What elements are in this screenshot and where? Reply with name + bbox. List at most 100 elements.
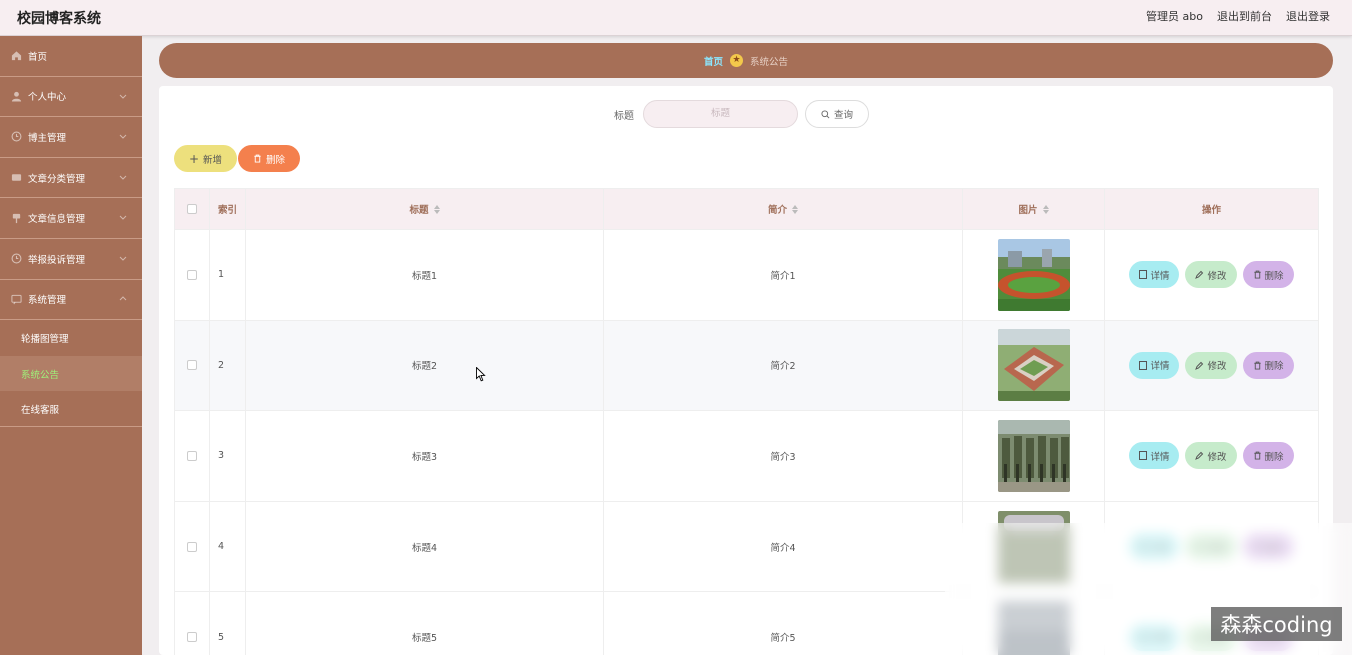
top-bar: 校园博客系统 管理员 abo 退出到前台 退出登录 [0, 0, 1352, 36]
header-title[interactable]: 标题 [246, 189, 604, 229]
sort-icon[interactable] [792, 204, 798, 214]
sidebar-item-label: 文章分类管理 [28, 173, 86, 185]
breadcrumb-home[interactable]: 首页 [704, 54, 723, 68]
sidebar-sub-notice[interactable]: 系统公告 [0, 355, 142, 392]
document-icon [1139, 360, 1148, 370]
trash-icon [1253, 361, 1261, 370]
row-intro: 简介5 [604, 592, 963, 655]
search-button[interactable]: 查询 [805, 100, 869, 128]
breadcrumb-current: 系统公告 [750, 56, 789, 68]
chevron-down-icon [119, 175, 127, 180]
sidebar-item-label: 文章信息管理 [28, 214, 86, 226]
delete-button-label: 删除 [1264, 451, 1284, 463]
home-icon [10, 50, 22, 62]
detail-button[interactable]: 详情 [1129, 442, 1180, 470]
sidebar-item-system[interactable]: 系统管理 [0, 280, 142, 321]
chevron-up-icon [119, 295, 127, 300]
pencil-icon [1195, 452, 1204, 461]
sidebar-item-label: 博主管理 [28, 132, 67, 144]
document-icon [1139, 270, 1148, 280]
row-checkbox[interactable] [187, 632, 197, 643]
edit-button[interactable]: 修改 [1185, 261, 1237, 289]
sidebar-item-label: 举报投诉管理 [28, 254, 86, 266]
top-nav: 管理员 abo 退出到前台 退出登录 [1146, 8, 1330, 24]
row-intro: 简介4 [604, 501, 963, 592]
header-intro[interactable]: 简介 [604, 189, 963, 229]
star-icon: ★ [730, 54, 743, 67]
table-row: 3 标题3 简介3 详情 修改 删除 [175, 410, 1318, 501]
chat-icon [10, 293, 22, 305]
edit-button[interactable]: 修改 [1185, 442, 1237, 470]
sidebar-item-blogger[interactable]: 博主管理 [0, 117, 142, 158]
thumbnail-image[interactable] [997, 238, 1070, 311]
watermark: 森森coding [1211, 607, 1342, 641]
row-title: 标题5 [246, 592, 604, 655]
search-button-label: 查询 [833, 110, 853, 121]
header-image[interactable]: 图片 [963, 189, 1105, 229]
header-ops: 操作 [1201, 205, 1221, 216]
row-title: 标题4 [246, 501, 604, 592]
thumbnail-image[interactable] [997, 419, 1070, 492]
pencil-icon [1195, 271, 1204, 280]
list-icon [10, 172, 22, 184]
delete-button[interactable]: 删除 [1242, 261, 1294, 289]
row-index: 2 [210, 320, 246, 411]
search-icon [821, 109, 830, 118]
to-front-link[interactable]: 退出到前台 [1217, 8, 1272, 24]
chevron-down-icon [119, 94, 127, 99]
delete-button[interactable]: 删除 [1242, 442, 1294, 470]
row-title: 标题1 [246, 230, 604, 320]
add-button[interactable]: + 新增 [174, 145, 237, 172]
detail-button[interactable]: 详情 [1129, 261, 1180, 289]
row-intro: 简介2 [604, 320, 963, 411]
detail-button[interactable]: 详情 [1129, 351, 1180, 379]
thumbnail-image[interactable] [997, 329, 1070, 402]
breadcrumb: 首页 ★ 系统公告 [159, 43, 1333, 78]
sidebar-item-label: 个人中心 [28, 92, 67, 104]
sidebar-item-label: 系统管理 [28, 295, 67, 307]
row-index: 5 [210, 592, 246, 655]
edit-button-label: 修改 [1207, 451, 1227, 463]
table-header: 索引 标题 简介 图片 操作 [175, 189, 1318, 229]
sidebar-sub-service[interactable]: 在线客服 [0, 391, 142, 427]
plus-icon: + [188, 151, 200, 166]
detail-button-label: 详情 [1150, 451, 1170, 463]
sidebar-sub-carousel[interactable]: 轮播图管理 [0, 320, 142, 356]
row-checkbox[interactable] [187, 450, 197, 461]
chevron-down-icon [119, 256, 127, 261]
edit-button[interactable]: 修改 [1185, 351, 1237, 379]
row-checkbox[interactable] [187, 269, 197, 280]
search-input[interactable]: 标题 [643, 100, 798, 128]
add-button-label: 新增 [203, 154, 223, 166]
edit-button-label: 修改 [1207, 361, 1227, 373]
delete-button[interactable]: 删除 [1242, 351, 1294, 379]
sidebar-item-profile[interactable]: 个人中心 [0, 77, 142, 118]
chevron-down-icon [119, 134, 127, 139]
sidebar-item-report[interactable]: 举报投诉管理 [0, 239, 142, 280]
app-title: 校园博客系统 [17, 11, 101, 27]
sidebar-item-category[interactable]: 文章分类管理 [0, 158, 142, 199]
sort-icon[interactable] [1042, 204, 1049, 214]
batch-delete-button[interactable]: 删除 [238, 145, 300, 172]
pencil-icon [1195, 361, 1204, 370]
table-row: 2 标题2 简介2 详情 修改 删除 [175, 319, 1318, 411]
sidebar-item-article[interactable]: 文章信息管理 [0, 198, 142, 239]
select-all-checkbox[interactable] [187, 204, 197, 214]
row-title: 标题2 [246, 320, 604, 411]
sort-icon[interactable] [433, 204, 440, 214]
admin-label: 管理员 abo [1146, 10, 1203, 23]
logout-link[interactable]: 退出登录 [1286, 8, 1330, 24]
row-checkbox[interactable] [187, 360, 197, 371]
chevron-down-icon [119, 216, 127, 221]
header-index: 索引 [210, 189, 246, 229]
sidebar-item-home[interactable]: 首页 [0, 36, 142, 77]
edit-button-label: 修改 [1207, 270, 1227, 282]
row-checkbox[interactable] [187, 541, 197, 552]
pin-icon [10, 212, 22, 224]
search-bar: 标题 标题 查询 [614, 100, 869, 128]
row-index: 3 [210, 411, 246, 501]
sidebar-item-label: 首页 [28, 51, 48, 63]
row-title: 标题3 [246, 411, 604, 501]
row-index: 4 [210, 501, 246, 592]
select-all-cell [175, 189, 210, 229]
